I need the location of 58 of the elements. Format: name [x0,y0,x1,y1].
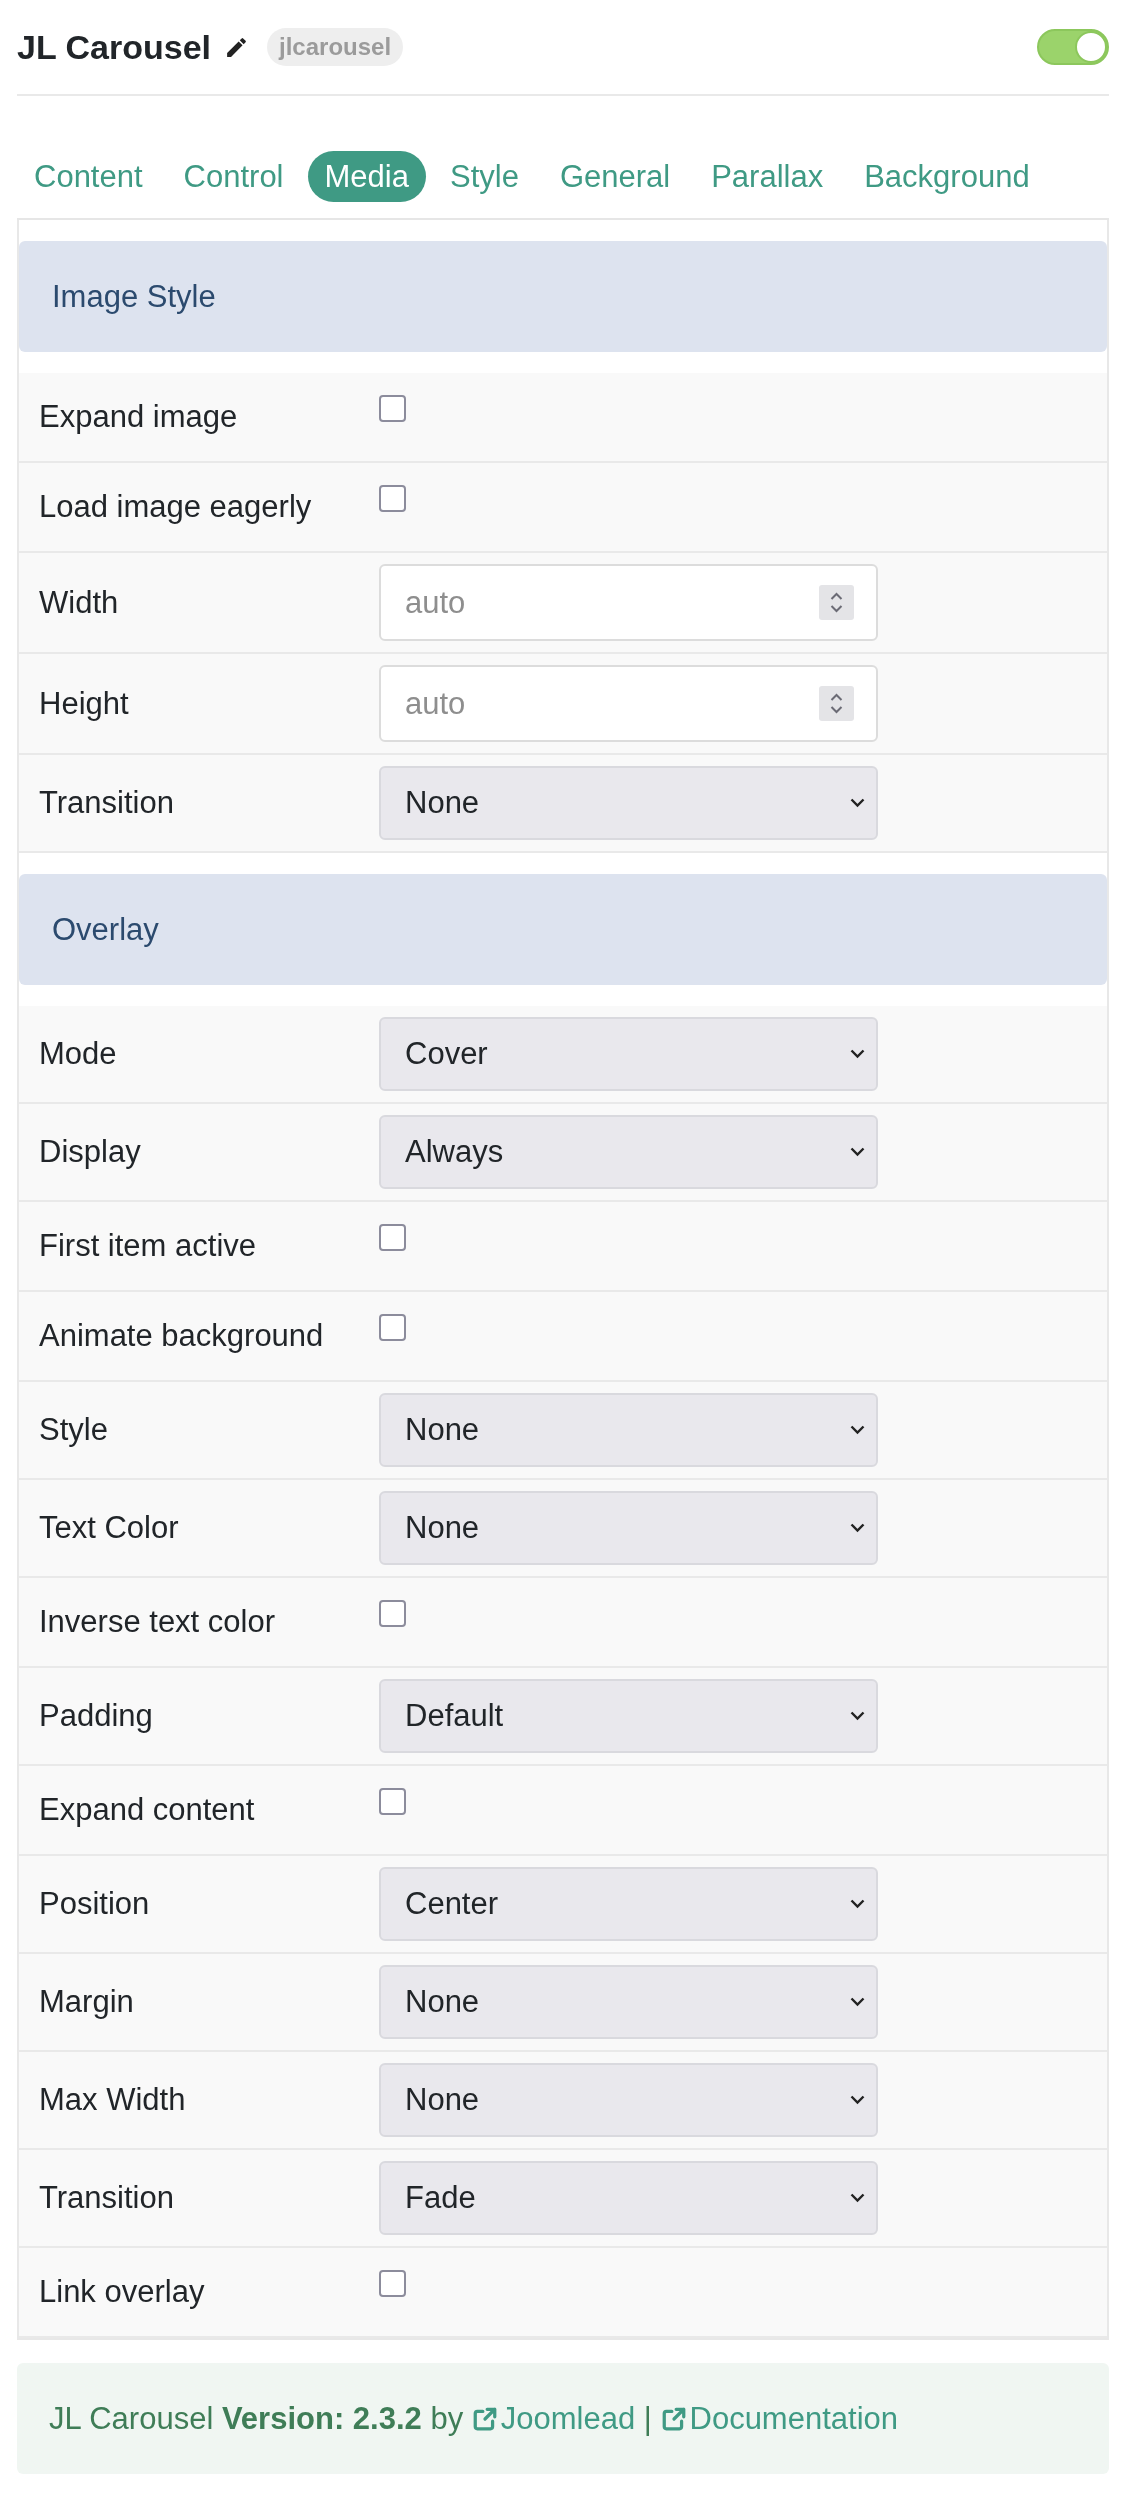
section-header: Image Style [19,241,1107,352]
number-input[interactable]: auto [379,564,878,641]
external-link-icon [660,2405,687,2432]
field-label: Inverse text color [39,1604,277,1640]
field-label: Width [39,584,120,621]
field-label: Transition [39,2180,175,2216]
chevron-down-icon [850,1147,865,1157]
field-label: Link overlay [39,2274,206,2310]
chevron-down-icon [850,798,865,808]
dropdown[interactable]: Fade [379,2161,878,2235]
chevron-down-icon [850,2095,865,2105]
field-label: Padding [39,1698,154,1734]
chevron-down-icon [850,1523,865,1533]
field-label: Expand image [39,399,239,435]
chevron-down-icon [850,1425,865,1435]
external-link-icon [471,2405,498,2432]
field-label: First item active [39,1228,258,1264]
dropdown[interactable]: Default [379,1679,878,1753]
section-header: Overlay [19,874,1107,985]
field-label: Expand content [39,1792,256,1828]
dropdown[interactable]: Center [379,1867,878,1941]
field-label: Position [39,1886,151,1922]
number-input[interactable]: auto [379,665,878,742]
field-label: Style [39,1412,109,1448]
dropdown[interactable]: None [379,2063,878,2137]
version-credit: JL Carousel Version: 2.3.2 by Joomlead | Documentation [49,2400,898,2437]
field-label: Text Color [39,1510,180,1546]
checkbox[interactable] [379,1314,406,1341]
chevron-down-icon [850,1049,865,1059]
field-label: Height [39,685,130,722]
component-title: JL Carousel [17,27,211,67]
field-label: Display [39,1134,142,1170]
field-label: Max Width [39,2082,187,2118]
checkbox[interactable] [379,485,406,512]
chevron-down-icon [850,1711,865,1721]
dropdown[interactable]: Always [379,1115,878,1189]
checkbox[interactable] [379,1600,406,1627]
checkbox[interactable] [379,1788,406,1815]
field-label: Margin [39,1984,135,2020]
field-label: Mode [39,1036,118,1072]
dropdown[interactable]: Cover [379,1017,878,1091]
checkbox[interactable] [379,1224,406,1251]
checkbox[interactable] [379,395,406,422]
chevron-down-icon [850,1997,865,2007]
chevron-down-icon [850,2193,865,2203]
field-label: Load image eagerly [39,489,313,525]
field-label: Animate background [39,1318,325,1354]
chevron-down-icon [850,1899,865,1909]
dropdown[interactable]: None [379,1491,878,1565]
checkbox[interactable] [379,2270,406,2297]
up-down-arrows-icon[interactable] [819,585,854,620]
dropdown[interactable]: None [379,1965,878,2039]
field-label: Transition [39,785,175,821]
up-down-arrows-icon[interactable] [819,686,854,721]
toggle-switch[interactable] [1037,29,1109,65]
name-badge: jlcarousel [267,28,404,66]
dropdown[interactable]: None [379,766,878,840]
dropdown[interactable]: None [379,1393,878,1467]
